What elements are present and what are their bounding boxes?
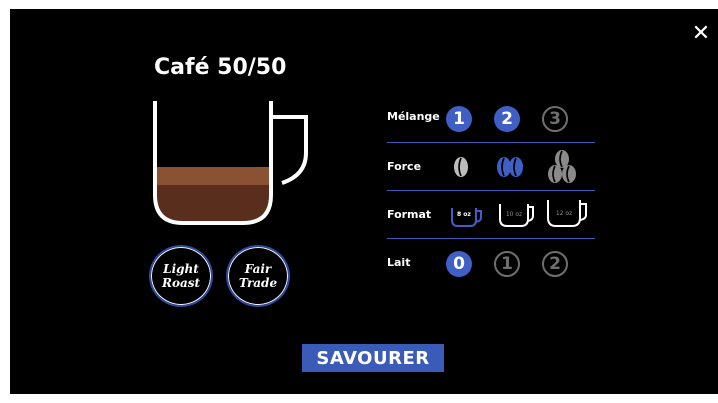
blend-option-2[interactable]: 2 [494, 106, 520, 132]
three-beans-icon[interactable] [546, 149, 578, 185]
close-icon[interactable]: ✕ [690, 23, 712, 45]
milk-label: Lait [387, 256, 411, 269]
size-8oz-label: 8 oz [457, 211, 471, 218]
coffee-top-layer [157, 167, 269, 185]
blend-label: Mélange [387, 110, 440, 123]
format-label: Format [387, 208, 432, 221]
row-divider [387, 190, 595, 191]
size-10oz-button[interactable]: 10 oz [498, 200, 536, 228]
milk-option-1[interactable]: 1 [494, 251, 520, 277]
milk-option-2[interactable]: 2 [542, 251, 568, 277]
size-10oz-label: 10 oz [505, 211, 523, 218]
cup-illustration-icon [153, 101, 308, 225]
size-12oz-button[interactable]: 12 oz [546, 196, 590, 228]
size-8oz-button[interactable]: 8 oz [450, 204, 484, 228]
single-bean-icon[interactable] [452, 155, 470, 179]
fair-trade-badge: Fair Trade [226, 245, 290, 307]
row-divider [387, 142, 595, 143]
size-12oz-label: 12 oz [555, 210, 573, 217]
blend-option-3[interactable]: 3 [542, 106, 568, 132]
savourer-button[interactable]: SAVOURER [302, 344, 444, 372]
two-beans-icon[interactable] [494, 155, 526, 179]
light-roast-badge: Light Roast [149, 245, 213, 307]
cup-handle [271, 115, 308, 185]
drink-title: Café 50/50 [154, 55, 287, 80]
row-divider [387, 238, 595, 239]
coffee-bottom-layer [157, 185, 269, 221]
milk-option-0[interactable]: 0 [446, 251, 472, 277]
strength-label: Force [387, 160, 422, 173]
coffee-machine-screen: ✕ Café 50/50 Light Roast Fair Trade Méla… [10, 9, 718, 394]
blend-option-1[interactable]: 1 [446, 106, 472, 132]
